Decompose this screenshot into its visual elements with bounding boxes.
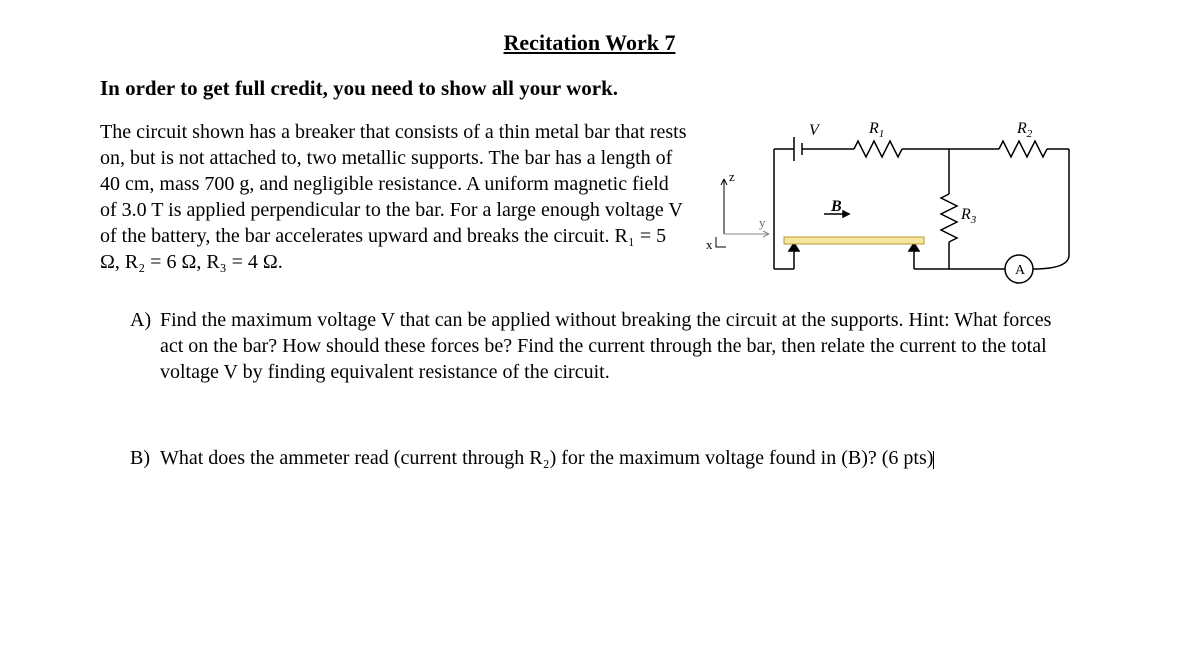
svg-text:z: z (729, 169, 735, 184)
question-A-label: A) (130, 307, 160, 385)
question-B: B) What does the ammeter read (current t… (100, 445, 1079, 471)
question-A: A) Find the maximum voltage V that can b… (100, 307, 1079, 385)
svg-text:B: B (830, 198, 842, 215)
svg-text:y: y (759, 215, 766, 230)
svg-text:R2: R2 (1016, 120, 1033, 140)
question-A-text: Find the maximum voltage V that can be a… (160, 307, 1079, 385)
svg-text:R1: R1 (868, 120, 884, 140)
label-V: V (809, 122, 821, 139)
svg-text:R3: R3 (960, 206, 977, 226)
question-B-label: B) (130, 445, 160, 471)
text-cursor (933, 451, 934, 469)
instruction: In order to get full credit, you need to… (100, 76, 1079, 101)
page-title: Recitation Work 7 (100, 30, 1079, 56)
svg-text:x: x (706, 237, 713, 252)
circuit-diagram: V R1 R2 R3 B A x y z (699, 119, 1079, 289)
problem-text: The circuit shown has a breaker that con… (100, 119, 699, 275)
svg-text:A: A (1015, 263, 1026, 278)
question-B-text: What does the ammeter read (current thro… (160, 445, 1079, 471)
